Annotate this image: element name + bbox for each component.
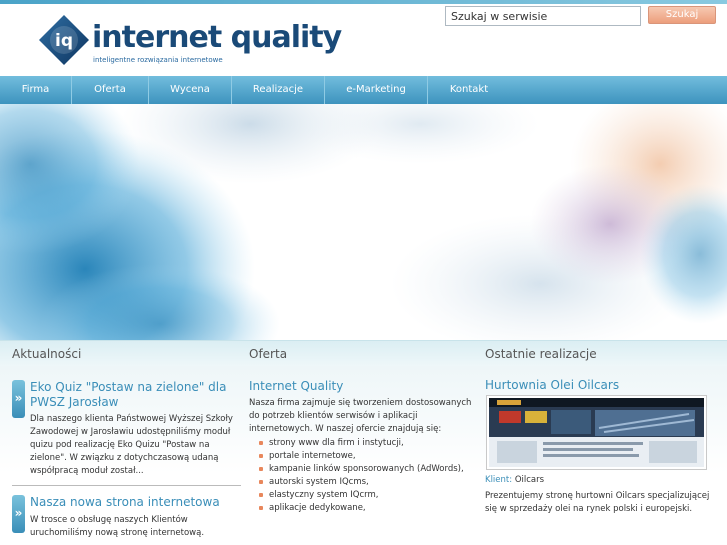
- logo-tagline: inteligentne rozwiązania internetowe: [93, 56, 223, 64]
- nav-item-realizacje[interactable]: Realizacje: [232, 76, 325, 104]
- main-nav: Firma Oferta Wycena Realizacje e-Marketi…: [0, 76, 727, 104]
- projects-heading: Ostatnie realizacje: [485, 347, 597, 361]
- news-item: » Eko Quiz "Postaw na zielone" dla PWSZ …: [12, 380, 240, 480]
- nav-item-wycena[interactable]: Wycena: [149, 76, 232, 104]
- news-title-link[interactable]: Eko Quiz "Postaw na zielone" dla PWSZ Ja…: [30, 380, 240, 410]
- news-arrow-icon[interactable]: »: [12, 380, 25, 418]
- offer-title-link[interactable]: Internet Quality: [249, 379, 343, 393]
- search-input[interactable]: [445, 6, 641, 26]
- logo[interactable]: iq internet quality inteligentne rozwiąz…: [36, 12, 342, 68]
- news-excerpt: Dla naszego klienta Państwowej Wyższej S…: [30, 414, 233, 476]
- logo-diamond-icon: iq: [39, 15, 89, 65]
- project-title-link[interactable]: Hurtownia Olei Oilcars: [485, 378, 619, 392]
- project-description: Prezentujemy stronę hurtowni Oilcars spe…: [485, 491, 710, 514]
- offer-list-item: kampanie linków sponsorowanych (AdWords)…: [258, 463, 478, 476]
- search-button[interactable]: Szukaj: [648, 6, 716, 24]
- news-divider: [12, 485, 241, 486]
- section-headings-bar: Aktualności Oferta Ostatnie realizacje: [0, 340, 727, 366]
- logo-monogram: iq: [55, 31, 73, 51]
- offer-list-item: strony www dla firm i instytucji,: [258, 437, 478, 450]
- news-title-link[interactable]: Nasza nowa strona internetowa: [30, 495, 240, 510]
- project-screenshot-image: [489, 398, 704, 467]
- offer-list-item: autorski system IQcms,: [258, 476, 478, 489]
- nav-item-kontakt[interactable]: Kontakt: [428, 76, 510, 104]
- news-arrow-icon[interactable]: »: [12, 495, 25, 533]
- project-thumbnail[interactable]: [486, 395, 707, 470]
- content-area: » Eko Quiz "Postaw na zielone" dla PWSZ …: [0, 366, 727, 545]
- nav-item-oferta[interactable]: Oferta: [72, 76, 149, 104]
- news-heading: Aktualności: [12, 347, 82, 361]
- nav-item-firma[interactable]: Firma: [0, 76, 72, 104]
- offer-list: strony www dla firm i instytucji, portal…: [258, 437, 478, 515]
- project-client-name: Oilcars: [514, 475, 545, 485]
- news-item: » Nasza nowa strona internetowa W trosce…: [12, 495, 240, 540]
- offer-list-item: portale internetowe,: [258, 450, 478, 463]
- news-excerpt: W trosce o obsługę naszych Klientów uruc…: [30, 515, 205, 538]
- offer-intro: Nasza firma zajmuje się tworzeniem dosto…: [249, 398, 472, 434]
- offer-heading: Oferta: [249, 347, 288, 361]
- offer-list-item: elastyczny system IQcrm,: [258, 489, 478, 502]
- hero-banner: [0, 104, 727, 340]
- logo-wordmark: internet quality: [92, 20, 342, 55]
- watercolor-splash-image: [0, 104, 727, 340]
- nav-item-emarketing[interactable]: e-Marketing: [325, 76, 428, 104]
- project-client: Klient: Oilcars: [485, 475, 544, 485]
- offer-list-item: aplikacje dedykowane,: [258, 502, 478, 515]
- project-client-label: Klient:: [485, 475, 513, 485]
